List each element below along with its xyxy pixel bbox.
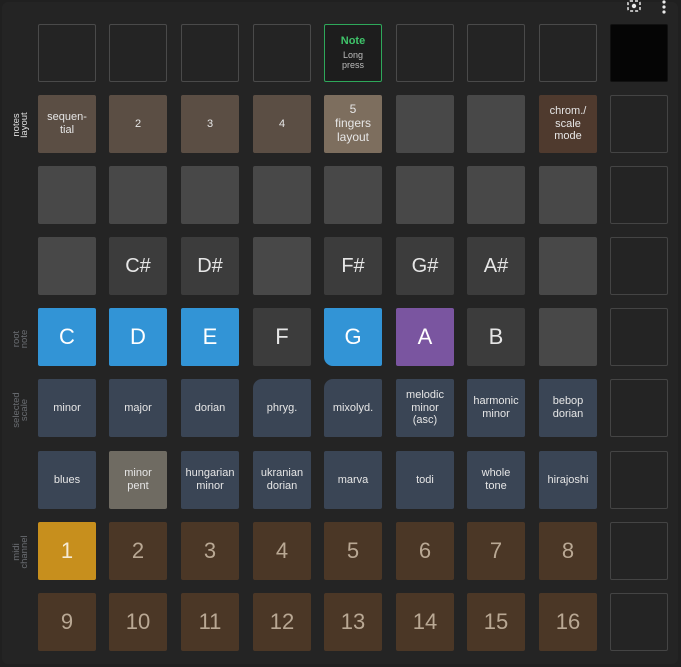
root-d-button[interactable]: D xyxy=(109,308,167,366)
side-pad-8[interactable] xyxy=(610,593,668,651)
midi-channel-13-button[interactable]: 13 xyxy=(324,593,382,651)
grid-pad-r2-3[interactable] xyxy=(181,166,239,224)
root-pad-empty-8[interactable] xyxy=(539,308,597,366)
grid-pad-r2-7[interactable] xyxy=(467,166,525,224)
scale-marva-button[interactable]: marva xyxy=(324,451,382,509)
row-label-midi-channel: midi channel xyxy=(11,535,30,569)
corner-pad[interactable] xyxy=(610,24,668,82)
row-label-root-note: root note xyxy=(11,329,30,349)
scale-harmonic-minor-button[interactable]: harmonic minor xyxy=(467,379,525,437)
side-pad-2[interactable] xyxy=(610,166,668,224)
sharp-pad-empty-4[interactable] xyxy=(253,237,311,295)
scale-minor-pent-button-selected[interactable]: minor pent xyxy=(109,451,167,509)
midi-channel-11-button[interactable]: 11 xyxy=(181,593,239,651)
grid-pad-r2-1[interactable] xyxy=(38,166,96,224)
grid-pad-r2-6[interactable] xyxy=(396,166,454,224)
top-toolbar xyxy=(627,0,667,14)
midi-channel-3-button[interactable]: 3 xyxy=(181,522,239,580)
scale-todi-button[interactable]: todi xyxy=(396,451,454,509)
root-c-sharp-button[interactable]: C# xyxy=(109,237,167,295)
midi-channel-12-button[interactable]: 12 xyxy=(253,593,311,651)
scale-major-button[interactable]: major xyxy=(109,379,167,437)
root-g-button[interactable]: G xyxy=(324,308,382,366)
note-mode-button[interactable]: Note Long press xyxy=(324,24,382,82)
side-pad-6[interactable] xyxy=(610,451,668,509)
scale-dorian-button[interactable]: dorian xyxy=(181,379,239,437)
midi-channel-6-button[interactable]: 6 xyxy=(396,522,454,580)
scale-whole-tone-button[interactable]: whole tone xyxy=(467,451,525,509)
top-pad-7[interactable] xyxy=(467,24,525,82)
root-d-sharp-button[interactable]: D# xyxy=(181,237,239,295)
layout-sequential-button[interactable]: sequen- tial xyxy=(38,95,96,153)
midi-channel-2-button[interactable]: 2 xyxy=(109,522,167,580)
note-mode-subtitle: Long press xyxy=(341,49,364,71)
layout-3-button[interactable]: 3 xyxy=(181,95,239,153)
top-pad-1[interactable] xyxy=(38,24,96,82)
scale-melodic-minor-button[interactable]: melodic minor (asc) xyxy=(396,379,454,437)
lens-icon[interactable] xyxy=(627,0,641,14)
side-pad-4[interactable] xyxy=(610,308,668,366)
sharp-pad-empty-1[interactable] xyxy=(38,237,96,295)
top-pad-6[interactable] xyxy=(396,24,454,82)
grid-pad-r2-5[interactable] xyxy=(324,166,382,224)
side-pad-7[interactable] xyxy=(610,522,668,580)
more-vert-icon[interactable] xyxy=(661,0,667,14)
top-pad-8[interactable] xyxy=(539,24,597,82)
grid-pad-r2-2[interactable] xyxy=(109,166,167,224)
side-pad-1[interactable] xyxy=(610,95,668,153)
midi-channel-10-button[interactable]: 10 xyxy=(109,593,167,651)
sharp-pad-empty-8[interactable] xyxy=(539,237,597,295)
root-a-sharp-button[interactable]: A# xyxy=(467,237,525,295)
root-f-button[interactable]: F xyxy=(253,308,311,366)
root-c-button[interactable]: C xyxy=(38,308,96,366)
layout-5-fingers-button[interactable]: 5 fingers layout xyxy=(324,95,382,153)
chrom-scale-mode-button[interactable]: chrom./ scale mode xyxy=(539,95,597,153)
layout-pad-7[interactable] xyxy=(467,95,525,153)
grid-pad-r2-8[interactable] xyxy=(539,166,597,224)
layout-pad-6[interactable] xyxy=(396,95,454,153)
scale-ukranian-dorian-button[interactable]: ukranian dorian xyxy=(253,451,311,509)
root-g-sharp-button[interactable]: G# xyxy=(396,237,454,295)
midi-channel-9-button[interactable]: 9 xyxy=(38,593,96,651)
midi-channel-7-button[interactable]: 7 xyxy=(467,522,525,580)
scale-minor-button[interactable]: minor xyxy=(38,379,96,437)
side-pad-3[interactable] xyxy=(610,237,668,295)
side-pad-5[interactable] xyxy=(610,379,668,437)
midi-channel-16-button[interactable]: 16 xyxy=(539,593,597,651)
scale-phrygian-button[interactable]: phryg. xyxy=(253,379,311,437)
scale-hirajoshi-button[interactable]: hirajoshi xyxy=(539,451,597,509)
top-pad-3[interactable] xyxy=(181,24,239,82)
root-a-button-selected[interactable]: A xyxy=(396,308,454,366)
midi-channel-14-button[interactable]: 14 xyxy=(396,593,454,651)
row-label-notes-layout: notes layout xyxy=(11,112,30,138)
midi-channel-4-button[interactable]: 4 xyxy=(253,522,311,580)
note-mode-title: Note xyxy=(340,35,366,48)
scale-hungarian-minor-button[interactable]: hungarian minor xyxy=(181,451,239,509)
root-e-button[interactable]: E xyxy=(181,308,239,366)
midi-channel-1-button-selected[interactable]: 1 xyxy=(38,522,96,580)
midi-channel-15-button[interactable]: 15 xyxy=(467,593,525,651)
grid-pad-r2-4[interactable] xyxy=(253,166,311,224)
root-f-sharp-button[interactable]: F# xyxy=(324,237,382,295)
scale-mixolydian-button[interactable]: mixolyd. xyxy=(324,379,382,437)
layout-4-button[interactable]: 4 xyxy=(253,95,311,153)
row-label-selected-scale: selected scale xyxy=(11,392,30,428)
top-pad-2[interactable] xyxy=(109,24,167,82)
root-b-button[interactable]: B xyxy=(467,308,525,366)
top-pad-4[interactable] xyxy=(253,24,311,82)
scale-blues-button[interactable]: blues xyxy=(38,451,96,509)
scale-bebop-dorian-button[interactable]: bebop dorian xyxy=(539,379,597,437)
layout-2-button[interactable]: 2 xyxy=(109,95,167,153)
midi-channel-5-button[interactable]: 5 xyxy=(324,522,382,580)
midi-channel-8-button[interactable]: 8 xyxy=(539,522,597,580)
